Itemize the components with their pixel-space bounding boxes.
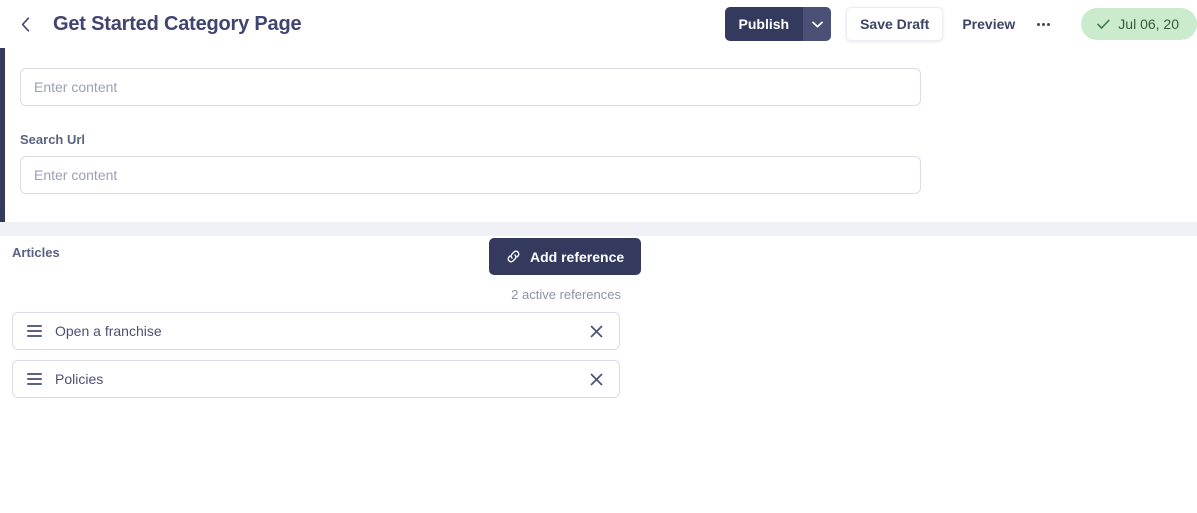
app-header: Get Started Category Page Publish Save D… bbox=[0, 0, 1197, 48]
content-input-top[interactable] bbox=[20, 68, 921, 106]
search-url-label: Search Url bbox=[20, 132, 86, 147]
add-reference-articles-button[interactable]: Add reference bbox=[489, 238, 642, 275]
active-references-count: 2 active references bbox=[511, 287, 621, 302]
ellipsis-horizontal-icon bbox=[1036, 22, 1051, 26]
link-icon bbox=[506, 249, 521, 264]
drag-handle-icon[interactable] bbox=[27, 325, 42, 337]
chevron-down-icon bbox=[811, 15, 823, 33]
publish-dropdown-toggle[interactable] bbox=[803, 7, 832, 41]
remove-reference-button[interactable] bbox=[585, 368, 607, 390]
articles-label: Articles bbox=[12, 245, 60, 260]
active-section-accent-bar bbox=[0, 48, 5, 222]
drag-handle-icon[interactable] bbox=[27, 373, 42, 385]
chevron-left-icon bbox=[21, 16, 30, 32]
page-content: Search Url Articles Add reference 2 acti… bbox=[0, 48, 1197, 513]
back-button[interactable] bbox=[8, 7, 42, 41]
articles-header: Articles Add reference 2 active referenc… bbox=[0, 236, 1197, 302]
reference-item-label: Policies bbox=[55, 371, 104, 387]
reference-item-label: Open a franchise bbox=[55, 323, 162, 339]
search-url-input[interactable] bbox=[20, 156, 921, 194]
references-section: Articles Add reference 2 active referenc… bbox=[0, 236, 1197, 499]
page-title: Get Started Category Page bbox=[53, 12, 302, 35]
reference-list-item[interactable]: Policies bbox=[12, 360, 620, 398]
more-options-button[interactable] bbox=[1032, 11, 1054, 37]
section-divider bbox=[0, 222, 1197, 236]
header-actions: Publish Save Draft Preview Jul 06, 20 bbox=[724, 0, 1197, 48]
publish-button[interactable]: Publish bbox=[724, 7, 804, 41]
remove-reference-button[interactable] bbox=[585, 320, 607, 342]
reference-list-item[interactable]: Open a franchise bbox=[12, 312, 620, 350]
add-reference-articles-label: Add reference bbox=[530, 248, 625, 265]
status-badge-label: Jul 06, 20 bbox=[1118, 16, 1179, 32]
status-badge: Jul 06, 20 bbox=[1081, 8, 1197, 40]
check-icon bbox=[1097, 19, 1110, 30]
form-section: Search Url bbox=[0, 48, 1197, 222]
save-draft-button[interactable]: Save Draft bbox=[846, 7, 944, 41]
publish-split-button: Publish bbox=[724, 7, 832, 41]
preview-button[interactable]: Preview bbox=[962, 16, 1015, 32]
